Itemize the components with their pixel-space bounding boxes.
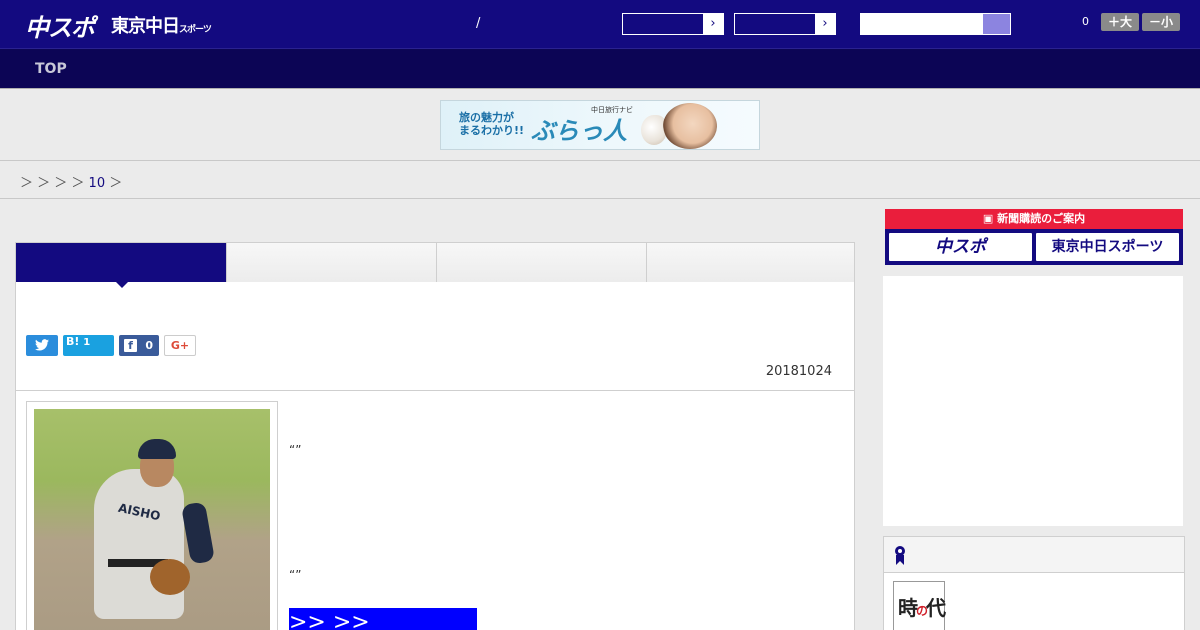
facebook-count: 0 bbox=[145, 339, 153, 352]
newspaper-icon: ▣ bbox=[982, 212, 994, 225]
award-ribbon-icon bbox=[895, 546, 905, 565]
twitter-share-button[interactable] bbox=[26, 335, 58, 356]
chevron-right-icon: › bbox=[703, 14, 723, 34]
divider bbox=[16, 390, 854, 391]
read-more-link[interactable]: >> >> bbox=[289, 608, 477, 630]
subscribe-tokyo-chunichi-button[interactable]: 東京中日スポーツ bbox=[1036, 233, 1179, 261]
breadcrumb-link[interactable]: 10 bbox=[89, 176, 106, 191]
twitter-icon bbox=[35, 339, 49, 351]
subscription-heading: ▣ 新聞購読のご案内 bbox=[885, 209, 1183, 229]
logo-sub-small: スポーツ bbox=[179, 25, 212, 35]
category-select-2[interactable]: › bbox=[734, 13, 836, 35]
facebook-share-button[interactable]: f0 bbox=[119, 335, 159, 356]
hatena-icon: B! bbox=[66, 335, 80, 348]
article-date: 20181024 bbox=[765, 364, 832, 379]
font-smaller-button[interactable]: －小 bbox=[1142, 13, 1180, 31]
subscription-box: ▣ 新聞購読のご案内 中スポ 東京中日スポーツ bbox=[885, 209, 1183, 265]
header-slash: / bbox=[476, 16, 481, 31]
search-button[interactable] bbox=[983, 13, 1011, 35]
nav-item-top[interactable]: TOP bbox=[35, 61, 67, 77]
thumb-text-1: 時 bbox=[898, 596, 918, 620]
ranking-header bbox=[884, 537, 1184, 573]
global-nav: TOP bbox=[0, 48, 1200, 89]
breadcrumb: ＞ ＞ ＞ ＞ 10 ＞ bbox=[20, 172, 122, 191]
banner-catchcopy: 旅の魅力が まるわかり!! bbox=[459, 111, 524, 137]
tab-2[interactable] bbox=[226, 243, 436, 282]
site-header: 中スポ 東京中日スポーツ / › › 0 ＋大 －小 bbox=[0, 0, 1200, 48]
subscribe-chuspo-button[interactable]: 中スポ bbox=[889, 233, 1032, 261]
player-cap bbox=[138, 439, 176, 459]
article-panel: B! 1 f0 G+ 20181024 AISHO “” “” >> >> bbox=[15, 242, 855, 630]
hatena-count: 1 bbox=[83, 337, 91, 348]
thumb-text-2: 代 bbox=[926, 596, 946, 620]
tokyo-chunichi-logo[interactable]: 東京中日スポーツ bbox=[111, 12, 212, 38]
google-plus-button[interactable]: G+ bbox=[164, 335, 196, 356]
sidebar-ad-slot bbox=[883, 276, 1183, 526]
woman-photo bbox=[663, 103, 717, 149]
breadcrumb-tail: ＞ bbox=[109, 176, 123, 191]
pitcher-photo[interactable]: AISHO bbox=[34, 409, 270, 630]
travel-banner-ad[interactable]: 旅の魅力が まるわかり!! 中日旅行ナビ ぶらっ人 bbox=[440, 100, 760, 150]
article-photo-frame: AISHO bbox=[26, 401, 278, 630]
subscription-heading-text: 新聞購読のご案内 bbox=[997, 212, 1086, 225]
sidebar-ranking-box: 時の代 bbox=[883, 536, 1185, 630]
banner-line1: 旅の魅力が bbox=[459, 111, 514, 124]
font-larger-button[interactable]: ＋大 bbox=[1101, 13, 1139, 31]
article-tabs bbox=[16, 243, 854, 288]
font-size-count: 0 bbox=[1082, 15, 1089, 28]
tab-3[interactable] bbox=[436, 243, 646, 282]
divider bbox=[0, 198, 1200, 199]
search-input[interactable] bbox=[860, 13, 983, 35]
hatena-bookmark-button[interactable]: B! 1 bbox=[63, 335, 114, 356]
category-select-1[interactable]: › bbox=[622, 13, 724, 35]
breadcrumb-separators: ＞ ＞ ＞ ＞ bbox=[20, 176, 85, 191]
banner-line2: まるわかり!! bbox=[459, 124, 525, 137]
divider bbox=[0, 160, 1200, 161]
baseball-glove bbox=[150, 559, 190, 595]
chevron-right-icon: › bbox=[815, 14, 835, 34]
thumb-text-red: の bbox=[916, 604, 928, 618]
article-quote-1: “” bbox=[289, 443, 302, 457]
ranking-thumbnail[interactable]: 時の代 bbox=[893, 581, 946, 630]
player-sleeve bbox=[180, 501, 216, 565]
active-tab-pointer bbox=[116, 282, 128, 288]
logo-sub-text: 東京中日 bbox=[111, 16, 180, 37]
player-body bbox=[94, 469, 184, 619]
chuspo-logo[interactable]: 中スポ bbox=[25, 8, 95, 43]
tab-1[interactable] bbox=[16, 243, 226, 282]
facebook-icon: f bbox=[124, 339, 137, 352]
article-quote-2: “” bbox=[289, 568, 302, 582]
banner-title: ぶらっ人 bbox=[531, 117, 627, 145]
tab-4[interactable] bbox=[646, 243, 854, 282]
